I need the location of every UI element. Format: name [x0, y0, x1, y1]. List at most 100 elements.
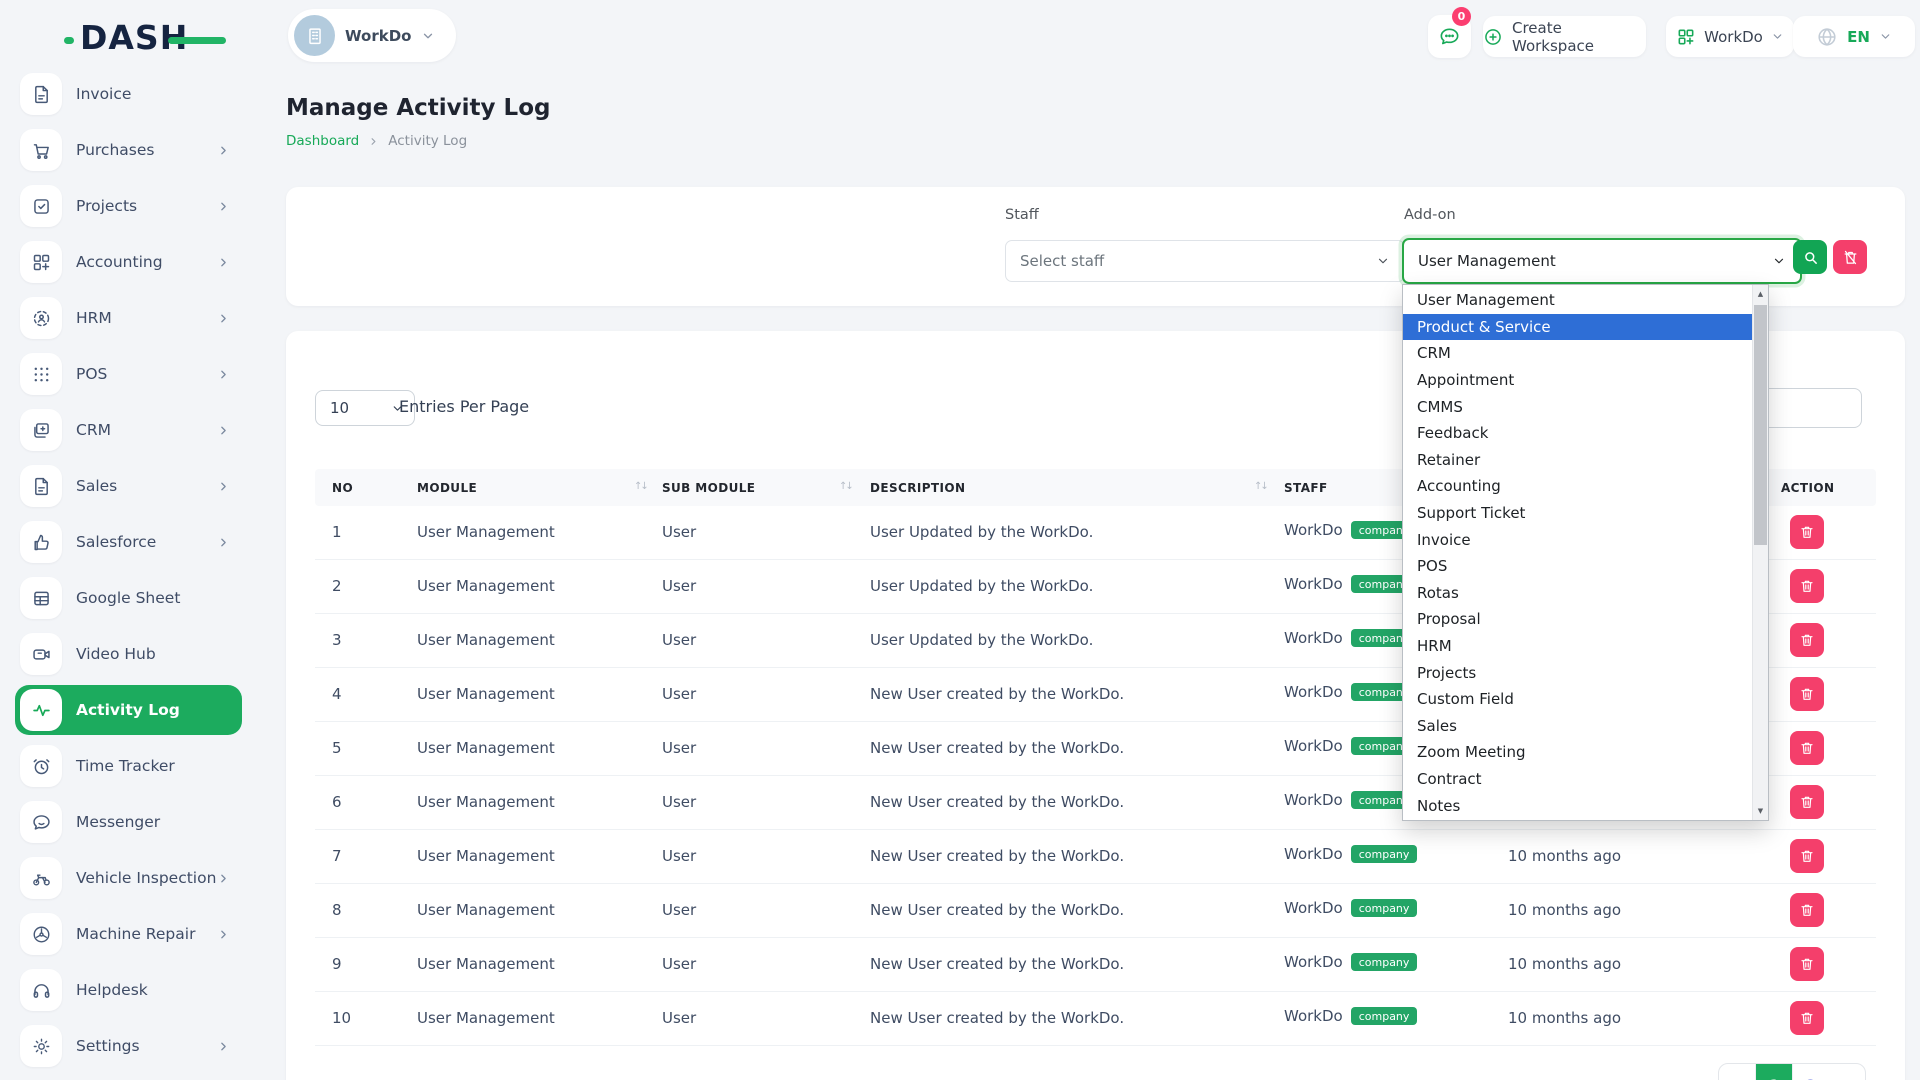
sidebar-item[interactable]: Purchases: [15, 125, 242, 175]
logo-dash-icon: [168, 37, 226, 44]
sidebar-item[interactable]: Helpdesk: [15, 965, 242, 1015]
workspace-selector[interactable]: WorkDo: [288, 9, 456, 62]
cell-description: User Updated by the WorkDo.: [870, 523, 1093, 541]
scroll-down-icon[interactable]: ▼: [1753, 803, 1768, 819]
pagination-page-button[interactable]: 1: [1756, 1064, 1793, 1080]
page-title: Manage Activity Log: [286, 95, 550, 121]
sidebar-item[interactable]: Salesforce: [15, 517, 242, 567]
dropdown-scrollbar[interactable]: ▲ ▼: [1752, 285, 1768, 820]
addon-dropdown-option[interactable]: Support Ticket: [1403, 500, 1753, 527]
chevron-right-icon: [217, 872, 230, 885]
sidebar-item[interactable]: Accounting: [15, 237, 242, 287]
sidebar-item-label: Accounting: [76, 253, 163, 271]
addon-dropdown-option[interactable]: Zoom Meeting: [1403, 739, 1753, 766]
addon-dropdown-option[interactable]: Rotas: [1403, 580, 1753, 607]
delete-button[interactable]: [1790, 893, 1824, 927]
addon-dropdown-option[interactable]: Accounting: [1403, 473, 1753, 500]
scroll-up-icon[interactable]: ▲: [1753, 286, 1768, 302]
sidebar-item-label: Time Tracker: [76, 757, 175, 775]
chevron-down-icon: [1879, 30, 1892, 43]
trash-icon: [1799, 686, 1815, 702]
cell-sub-module: User: [662, 901, 696, 919]
create-workspace-button[interactable]: Create Workspace: [1483, 16, 1646, 57]
sidebar-item-label: Salesforce: [76, 533, 156, 551]
sidebar-item-label: Projects: [76, 197, 137, 215]
delete-button[interactable]: [1790, 569, 1824, 603]
addon-dropdown-option[interactable]: CRM: [1403, 340, 1753, 367]
addon-dropdown-option[interactable]: Product & Service: [1403, 314, 1753, 341]
sidebar-item-label: CRM: [76, 421, 111, 439]
staff-name: WorkDo: [1284, 683, 1343, 701]
addon-dropdown-option[interactable]: Custom Field: [1403, 686, 1753, 713]
app-switcher-button[interactable]: WorkDo: [1666, 16, 1794, 57]
sort-icon[interactable]: ↑↓: [634, 481, 647, 492]
cell-staff: WorkDo company: [1284, 575, 1417, 593]
cell-module: User Management: [417, 523, 555, 541]
sidebar-item[interactable]: Sales: [15, 461, 242, 511]
breadcrumb-dashboard-link[interactable]: Dashboard: [286, 133, 359, 149]
cell-staff: WorkDo company: [1284, 737, 1417, 755]
addon-dropdown-option[interactable]: Feedback: [1403, 420, 1753, 447]
pagination-prev-button[interactable]: ←: [1719, 1064, 1756, 1080]
addon-dropdown-option[interactable]: POS: [1403, 553, 1753, 580]
breadcrumb: Dashboard Activity Log: [286, 133, 467, 149]
chevron-right-icon: [217, 312, 230, 325]
addon-dropdown-option[interactable]: Contract: [1403, 766, 1753, 793]
staff-select[interactable]: Select staff: [1005, 240, 1405, 282]
cell-date: 10 months ago: [1508, 1009, 1621, 1027]
sort-icon[interactable]: ↑↓: [1254, 481, 1267, 492]
sidebar-item[interactable]: CRM: [15, 405, 242, 455]
sidebar-item[interactable]: HRM: [15, 293, 242, 343]
delete-button[interactable]: [1790, 731, 1824, 765]
staff-name: WorkDo: [1284, 737, 1343, 755]
addon-dropdown-option[interactable]: Projects: [1403, 659, 1753, 686]
cell-description: User Updated by the WorkDo.: [870, 631, 1093, 649]
cell-module: User Management: [417, 685, 555, 703]
delete-button[interactable]: [1790, 677, 1824, 711]
cell-module: User Management: [417, 847, 555, 865]
sidebar-item[interactable]: Projects: [15, 181, 242, 231]
delete-button[interactable]: [1790, 947, 1824, 981]
sidebar-item[interactable]: Video Hub: [15, 629, 242, 679]
language-selector[interactable]: EN: [1793, 16, 1915, 57]
addon-dropdown-option[interactable]: Retainer: [1403, 447, 1753, 474]
chevron-down-icon: [1771, 30, 1784, 43]
sidebar-item[interactable]: Messenger: [15, 797, 242, 847]
addon-dropdown-option[interactable]: CMMS: [1403, 393, 1753, 420]
sidebar-item[interactable]: Google Sheet: [15, 573, 242, 623]
sidebar-item[interactable]: POS: [15, 349, 242, 399]
addon-dropdown-option[interactable]: Invoice: [1403, 526, 1753, 553]
create-workspace-label: Create Workspace: [1512, 19, 1646, 55]
addon-dropdown-option[interactable]: Notes: [1403, 792, 1753, 819]
sidebar-item[interactable]: Vehicle Inspection: [15, 853, 242, 903]
addon-dropdown-option[interactable]: Sales: [1403, 713, 1753, 740]
search-button[interactable]: [1793, 240, 1827, 274]
sidebar-item[interactable]: Invoice: [15, 69, 242, 119]
reset-filter-button[interactable]: [1833, 240, 1867, 274]
app-switcher-label: WorkDo: [1704, 28, 1763, 46]
delete-button[interactable]: [1790, 839, 1824, 873]
pagination-page-button[interactable]: 2: [1793, 1064, 1829, 1080]
pagination-next-button[interactable]: →: [1829, 1064, 1865, 1080]
delete-button[interactable]: [1790, 623, 1824, 657]
cell-no: 4: [332, 685, 342, 703]
addon-dropdown-option[interactable]: Proposal: [1403, 606, 1753, 633]
delete-button[interactable]: [1790, 1001, 1824, 1035]
sort-icon[interactable]: ↑↓: [839, 481, 852, 492]
sales-icon: [20, 465, 62, 507]
sidebar-item[interactable]: Machine Repair: [15, 909, 242, 959]
search-icon: [1802, 249, 1819, 266]
addon-select[interactable]: User Management: [1402, 238, 1802, 284]
cell-sub-module: User: [662, 577, 696, 595]
addon-dropdown-option[interactable]: HRM: [1403, 633, 1753, 660]
sidebar-item[interactable]: Activity Log: [15, 685, 242, 735]
time-tracker-icon: [20, 745, 62, 787]
sidebar-item[interactable]: Settings: [15, 1021, 242, 1071]
addon-dropdown-option[interactable]: User Management: [1403, 287, 1753, 314]
addon-dropdown-option[interactable]: Appointment: [1403, 367, 1753, 394]
scrollbar-thumb[interactable]: [1754, 305, 1767, 545]
cell-no: 9: [332, 955, 342, 973]
delete-button[interactable]: [1790, 515, 1824, 549]
sidebar-item[interactable]: Time Tracker: [15, 741, 242, 791]
delete-button[interactable]: [1790, 785, 1824, 819]
